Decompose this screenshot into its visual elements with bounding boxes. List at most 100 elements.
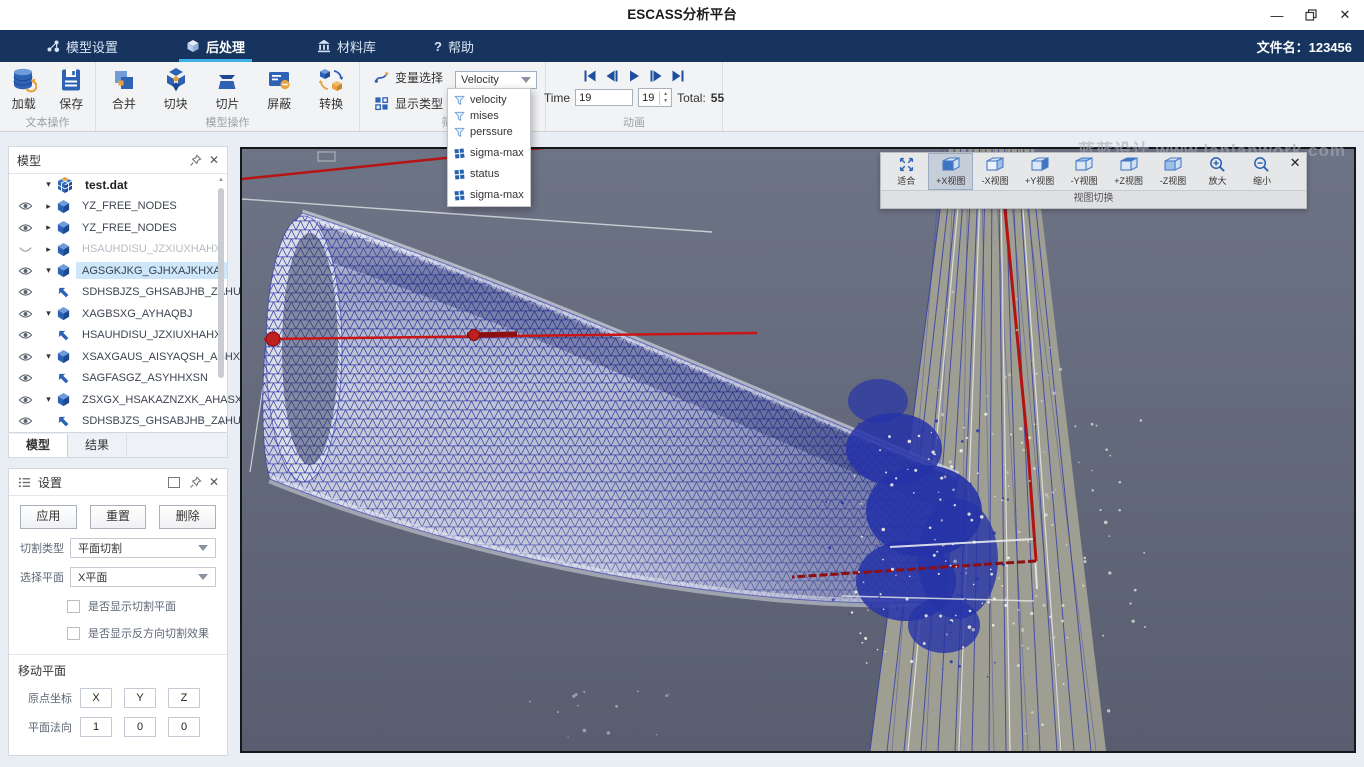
panel-close-icon[interactable]: ✕ (209, 153, 219, 167)
dropdown-option-status[interactable]: status (448, 166, 530, 182)
scrollbar-thumb[interactable] (218, 188, 224, 378)
spinner-down-icon[interactable]: ▼ (660, 98, 671, 105)
tree-row[interactable]: ▸ HSAUHDISU_JZXIUXHAHX (9, 239, 227, 261)
normal-y-input[interactable] (124, 717, 156, 737)
visibility-eye-off-icon[interactable] (18, 244, 35, 254)
visibility-eye-icon[interactable] (18, 416, 35, 426)
show-reverse-cut-checkbox[interactable] (67, 627, 80, 640)
view-toolbar-close-icon[interactable]: ✕ (1284, 153, 1306, 190)
menu-post-processing[interactable]: 后处理 (172, 30, 259, 62)
visibility-eye-icon[interactable] (18, 309, 35, 319)
tree-row[interactable]: ▾ XAGBSXG_AYHAQBJ (9, 303, 227, 325)
expander-icon[interactable]: ▸ (42, 201, 55, 212)
tree-row[interactable]: ▸ YZ_FREE_NODES (9, 196, 227, 218)
tree-scrollbar[interactable]: ▲ ▼ (217, 176, 225, 428)
mask-button[interactable]: 屏蔽 (255, 67, 303, 112)
cube-minus-y-icon (1071, 156, 1097, 173)
visibility-eye-icon[interactable] (18, 330, 35, 340)
cut-type-dropdown[interactable]: 平面切割 (70, 538, 216, 558)
tree-row[interactable]: HSAUHDISU_JZXIUXHAHX (9, 325, 227, 347)
menu-material-library[interactable]: 材料库 (303, 30, 390, 62)
dropdown-option-mises[interactable]: mises (448, 108, 530, 124)
convert-button[interactable]: 转换 (307, 67, 355, 112)
maximize-icon[interactable] (167, 475, 182, 490)
tree-row[interactable]: ▾ XSAXGAUS_AISYAQSH_ASHX (9, 346, 227, 368)
origin-y-input[interactable] (124, 688, 156, 708)
tree-row[interactable]: ▸ YZ_FREE_NODES (9, 217, 227, 239)
tab-model[interactable]: 模型 (9, 434, 68, 457)
scroll-up-icon[interactable]: ▲ (217, 176, 225, 184)
tree-root-row[interactable]: ▾ test.dat (9, 174, 227, 196)
visibility-eye-icon[interactable] (18, 266, 35, 276)
3d-viewport[interactable] (240, 147, 1356, 753)
view-plus-z-button[interactable]: +Z视图 (1106, 153, 1150, 190)
spinner-up-icon[interactable]: ▲ (660, 91, 671, 98)
expander-icon[interactable]: ▾ (42, 265, 55, 276)
expander-icon[interactable]: ▸ (42, 244, 55, 255)
pin-icon[interactable] (188, 153, 203, 168)
first-frame-button[interactable] (583, 69, 598, 83)
expander-icon[interactable]: ▸ (42, 222, 55, 233)
tree-row[interactable]: SDHSBJZS_GHSABJHB_ZAHU (9, 282, 227, 304)
menu-model-settings[interactable]: 模型设置 (32, 30, 132, 62)
visibility-eye-icon[interactable] (18, 287, 35, 297)
dropdown-option-sigma-max[interactable]: sigma-max (448, 145, 530, 161)
chop-button[interactable]: 切块 (152, 67, 200, 112)
load-button[interactable]: 加载 (0, 67, 48, 112)
select-plane-dropdown[interactable]: X平面 (70, 567, 216, 587)
tree-row-selected[interactable]: ▾ AGSGKJKG_GJHXAJKHXA (9, 260, 227, 282)
apply-button[interactable]: 应用 (20, 505, 77, 529)
show-cut-plane-checkbox[interactable] (67, 600, 80, 613)
dropdown-option-velocity[interactable]: velocity (448, 92, 530, 108)
visibility-eye-icon[interactable] (18, 201, 35, 211)
view-minus-y-button[interactable]: -Y视图 (1062, 153, 1106, 190)
expander-icon[interactable]: ▾ (42, 351, 55, 362)
origin-x-input[interactable] (80, 688, 112, 708)
menu-help[interactable]: ? 帮助 (420, 30, 488, 62)
next-frame-button[interactable] (649, 69, 664, 83)
pin-icon[interactable] (188, 475, 203, 490)
tree-row[interactable]: SDHSBJZS_GHSABJHB_ZAHU (9, 411, 227, 433)
view-plus-y-button[interactable]: +Y视图 (1017, 153, 1061, 190)
panel-close-icon[interactable]: ✕ (209, 475, 219, 489)
delete-button[interactable]: 删除 (159, 505, 216, 529)
expander-icon[interactable]: ▾ (42, 308, 55, 319)
zoom-in-button[interactable]: 放大 (1195, 153, 1239, 190)
tab-results[interactable]: 结果 (68, 434, 127, 457)
frame-spinner[interactable]: 19 ▲▼ (638, 88, 672, 107)
origin-label: 原点坐标 (28, 690, 80, 706)
variable-select-button[interactable]: 变量选择 (374, 69, 443, 86)
normal-x-input[interactable] (80, 717, 112, 737)
visibility-eye-icon[interactable] (18, 373, 35, 383)
reset-button[interactable]: 重置 (90, 505, 147, 529)
scroll-down-icon[interactable]: ▼ (217, 420, 225, 428)
save-button[interactable]: 保存 (48, 67, 96, 112)
last-frame-button[interactable] (671, 69, 686, 83)
dropdown-option-sigma-max-2[interactable]: sigma-max (448, 187, 530, 203)
tree-row[interactable]: SAGFASGZ_ASYHHXSN (9, 368, 227, 390)
tree-row[interactable]: ▾ ZSXGX_HSAKAZNZXK_AHASX (9, 389, 227, 411)
play-button[interactable] (627, 69, 642, 83)
fit-view-button[interactable]: 适合 (884, 153, 928, 190)
normal-z-input[interactable] (168, 717, 200, 737)
slice-button[interactable]: 切片 (203, 67, 251, 112)
visibility-eye-icon[interactable] (18, 395, 35, 405)
variable-dropdown[interactable]: Velocity (455, 71, 537, 89)
zoom-out-button[interactable]: 缩小 (1240, 153, 1284, 190)
dropdown-option-perssure[interactable]: perssure (448, 124, 530, 140)
visibility-eye-icon[interactable] (18, 223, 35, 233)
expander-icon[interactable]: ▾ (42, 394, 55, 405)
view-minus-x-button[interactable]: -X视图 (973, 153, 1017, 190)
previous-frame-button[interactable] (605, 69, 620, 83)
origin-z-input[interactable] (168, 688, 200, 708)
view-plus-x-button[interactable]: +X视图 (928, 153, 972, 190)
expander-icon[interactable]: ▾ (42, 179, 55, 190)
merge-button[interactable]: 合并 (100, 67, 148, 112)
time-input[interactable] (575, 89, 633, 106)
visibility-eye-icon[interactable] (18, 352, 35, 362)
minimize-button[interactable]: — (1264, 4, 1290, 26)
view-minus-z-button[interactable]: -Z视图 (1151, 153, 1195, 190)
restore-button[interactable] (1298, 4, 1324, 26)
close-button[interactable]: ✕ (1332, 4, 1358, 26)
display-type-button[interactable]: 显示类型 (374, 95, 443, 112)
